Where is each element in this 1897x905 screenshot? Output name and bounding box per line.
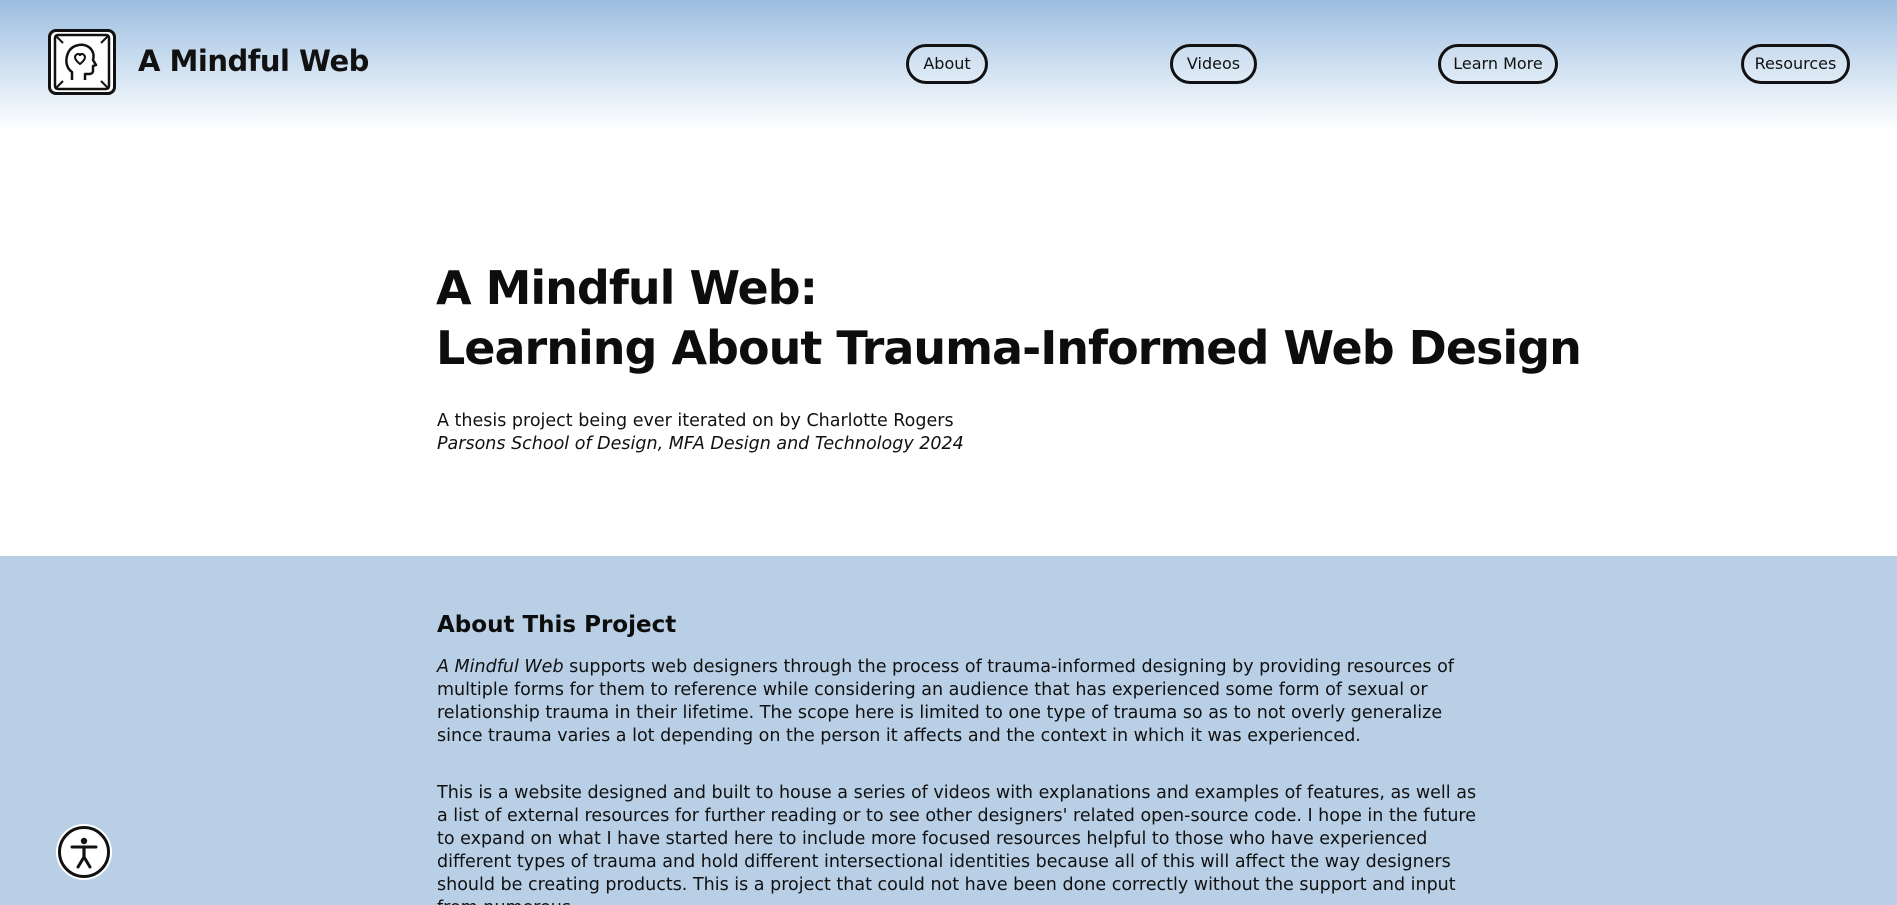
school-credit: Parsons School of Design, MFA Design and… [437,434,964,454]
page-title-line1: A Mindful Web: [436,261,818,315]
site-header: A Mindful Web About Videos Learn More Re… [0,0,1897,130]
head-with-heart-icon[interactable] [48,29,116,95]
site-brand[interactable]: A Mindful Web [138,44,369,78]
hero-subtitle: A thesis project being ever iterated on … [437,410,964,456]
nav-about-button[interactable]: About [906,44,988,84]
accessibility-person-icon [70,837,98,869]
nav-videos-button[interactable]: Videos [1170,44,1257,84]
about-section: About This Project A Mindful Web support… [0,556,1897,905]
about-paragraph-2: This is a website designed and built to … [437,783,1477,905]
author-byline: A thesis project being ever iterated on … [437,411,954,431]
nav-learn-more-button[interactable]: Learn More [1438,44,1558,84]
project-name-emphasis: A Mindful Web [437,657,564,677]
about-paragraph-1-text: supports web designers through the proce… [437,657,1454,746]
page-title: A Mindful Web: Learning About Trauma-Inf… [436,258,1582,378]
nav-resources-button[interactable]: Resources [1741,44,1850,84]
page-title-line2: Learning About Trauma-Informed Web Desig… [436,321,1582,375]
about-paragraph-1: A Mindful Web supports web designers thr… [437,656,1477,748]
page: A Mindful Web About Videos Learn More Re… [0,0,1897,905]
about-heading: About This Project [437,612,677,638]
accessibility-menu-button[interactable] [58,826,110,878]
